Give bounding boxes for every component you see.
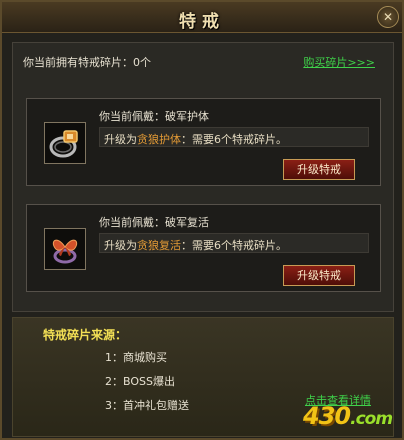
source-item: 2：BOSS爆出 xyxy=(105,375,175,388)
shard-sources-panel: 特戒碎片来源： 1：商城购买 2：BOSS爆出 3：首冲礼包赠送 点击查看详情 … xyxy=(12,317,394,437)
upgrade-item-name: 贪狼护体 xyxy=(137,133,181,146)
source-item: 3：首冲礼包赠送 xyxy=(105,399,189,412)
upgrade-prefix: 升级为 xyxy=(104,239,137,252)
close-icon[interactable]: ✕ xyxy=(377,6,399,28)
buy-shards-link[interactable]: 购买碎片>>> xyxy=(303,54,375,70)
title-bar: 特戒 ✕ xyxy=(2,2,402,33)
source-item: 1：商城购买 xyxy=(105,351,167,364)
sources-title: 特戒碎片来源： xyxy=(43,328,128,342)
shard-count-label: 你当前拥有特戒碎片：0个 xyxy=(23,56,151,69)
ring-icon xyxy=(44,122,86,164)
special-ring-window: 特戒 ✕ 你当前拥有特戒碎片：0个 购买碎片>>> 你当前佩戴：破军护体 升级为… xyxy=(0,0,404,440)
upgrade-requirement: ：需要6个特戒碎片。 xyxy=(181,133,287,146)
current-wearing-label: 你当前佩戴：破军护体 xyxy=(99,110,209,123)
upgrade-item-name: 贪狼复活 xyxy=(137,239,181,252)
upgrade-info: 升级为贪狼护体：需要6个特戒碎片。 xyxy=(99,127,369,147)
current-wearing-label: 你当前佩戴：破军复活 xyxy=(99,216,209,229)
ring-card: 你当前佩戴：破军护体 升级为贪狼护体：需要6个特戒碎片。 升级特戒 xyxy=(26,98,381,186)
watermark-part: .com xyxy=(350,409,393,429)
window-title: 特戒 xyxy=(179,12,225,32)
upgrade-requirement: ：需要6个特戒碎片。 xyxy=(181,239,287,252)
upgrade-ring-button[interactable]: 升级特戒 xyxy=(283,265,355,286)
site-watermark-logo: 430.com xyxy=(303,402,393,430)
upgrade-ring-button[interactable]: 升级特戒 xyxy=(283,159,355,180)
butterfly-ring-icon xyxy=(44,228,86,270)
watermark-part: 43 xyxy=(303,402,335,430)
upgrade-info: 升级为贪狼复活：需要6个特戒碎片。 xyxy=(99,233,369,253)
ring-card: 你当前佩戴：破军复活 升级为贪狼复活：需要6个特戒碎片。 升级特戒 xyxy=(26,204,381,292)
main-panel: 你当前拥有特戒碎片：0个 购买碎片>>> 你当前佩戴：破军护体 升级为贪狼护体：… xyxy=(12,42,394,312)
upgrade-prefix: 升级为 xyxy=(104,133,137,146)
watermark-part: 0 xyxy=(334,402,351,430)
shard-count-row: 你当前拥有特戒碎片：0个 购买碎片>>> xyxy=(23,52,383,70)
